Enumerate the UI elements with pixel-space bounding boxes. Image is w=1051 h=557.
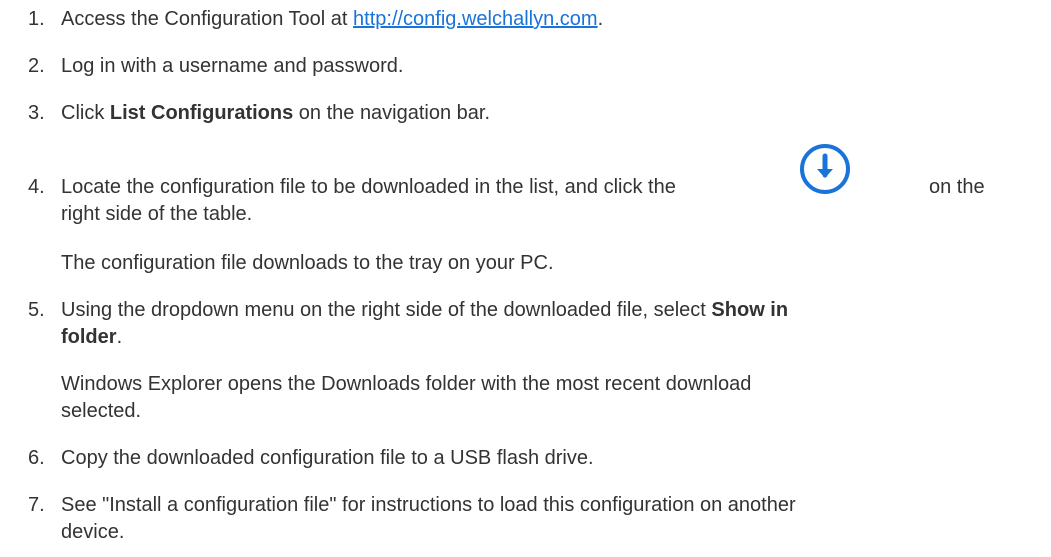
config-tool-link[interactable]: http://config.welchallyn.com bbox=[353, 8, 598, 30]
download-circle-icon[interactable] bbox=[799, 143, 851, 195]
step-text: Using the dropdown menu on the right sid… bbox=[61, 299, 712, 321]
folder-label: folder bbox=[61, 326, 117, 348]
step-1: 1. Access the Configuration Tool at http… bbox=[28, 6, 1048, 33]
step-number: 1. bbox=[28, 8, 45, 30]
step-number: 4. bbox=[28, 176, 45, 198]
step-number: 7. bbox=[28, 494, 45, 516]
note-line-1: Windows Explorer opens the Downloads fol… bbox=[61, 373, 752, 395]
step-2: 2. Log in with a username and password. bbox=[28, 53, 1048, 80]
step-number: 2. bbox=[28, 55, 45, 77]
step-text: Copy the downloaded configuration file t… bbox=[61, 447, 594, 469]
step-number: 3. bbox=[28, 102, 45, 124]
step-4: 4. Locate the configuration file to be d… bbox=[28, 174, 1048, 234]
step-text-end: on the bbox=[929, 176, 985, 198]
show-in-label: Show in bbox=[711, 299, 789, 321]
step-4-note: The configuration file downloads to the … bbox=[61, 252, 554, 274]
step-text: Access the Configuration Tool at bbox=[61, 8, 354, 30]
step-text: Click bbox=[61, 102, 110, 124]
step-text-end: . bbox=[597, 8, 604, 30]
step-7: 7. See "Install a configuration file" fo… bbox=[28, 492, 1048, 546]
list-configurations-label: List Configurations bbox=[109, 102, 294, 124]
step-text-line2: device. bbox=[61, 521, 125, 543]
step-text-line1: See "Install a configuration file" for i… bbox=[61, 494, 796, 516]
step-text: Log in with a username and password. bbox=[61, 55, 404, 77]
step-text-line2: right side of the table. bbox=[61, 203, 253, 225]
step-text: Locate the configuration file to be down… bbox=[61, 176, 676, 198]
note-line-2: selected. bbox=[61, 400, 142, 422]
step-5: 5. Using the dropdown menu on the right … bbox=[28, 297, 1048, 351]
step-text-end: . bbox=[116, 326, 123, 348]
step-5-note: Windows Explorer opens the Downloads fol… bbox=[61, 371, 1051, 425]
step-6: 6. Copy the downloaded configuration fil… bbox=[28, 445, 1048, 472]
step-3: 3. Click List Configurations on the navi… bbox=[28, 100, 1048, 127]
step-number: 5. bbox=[28, 299, 45, 321]
step-number: 6. bbox=[28, 447, 45, 469]
step-text-end: on the navigation bar. bbox=[293, 102, 491, 124]
